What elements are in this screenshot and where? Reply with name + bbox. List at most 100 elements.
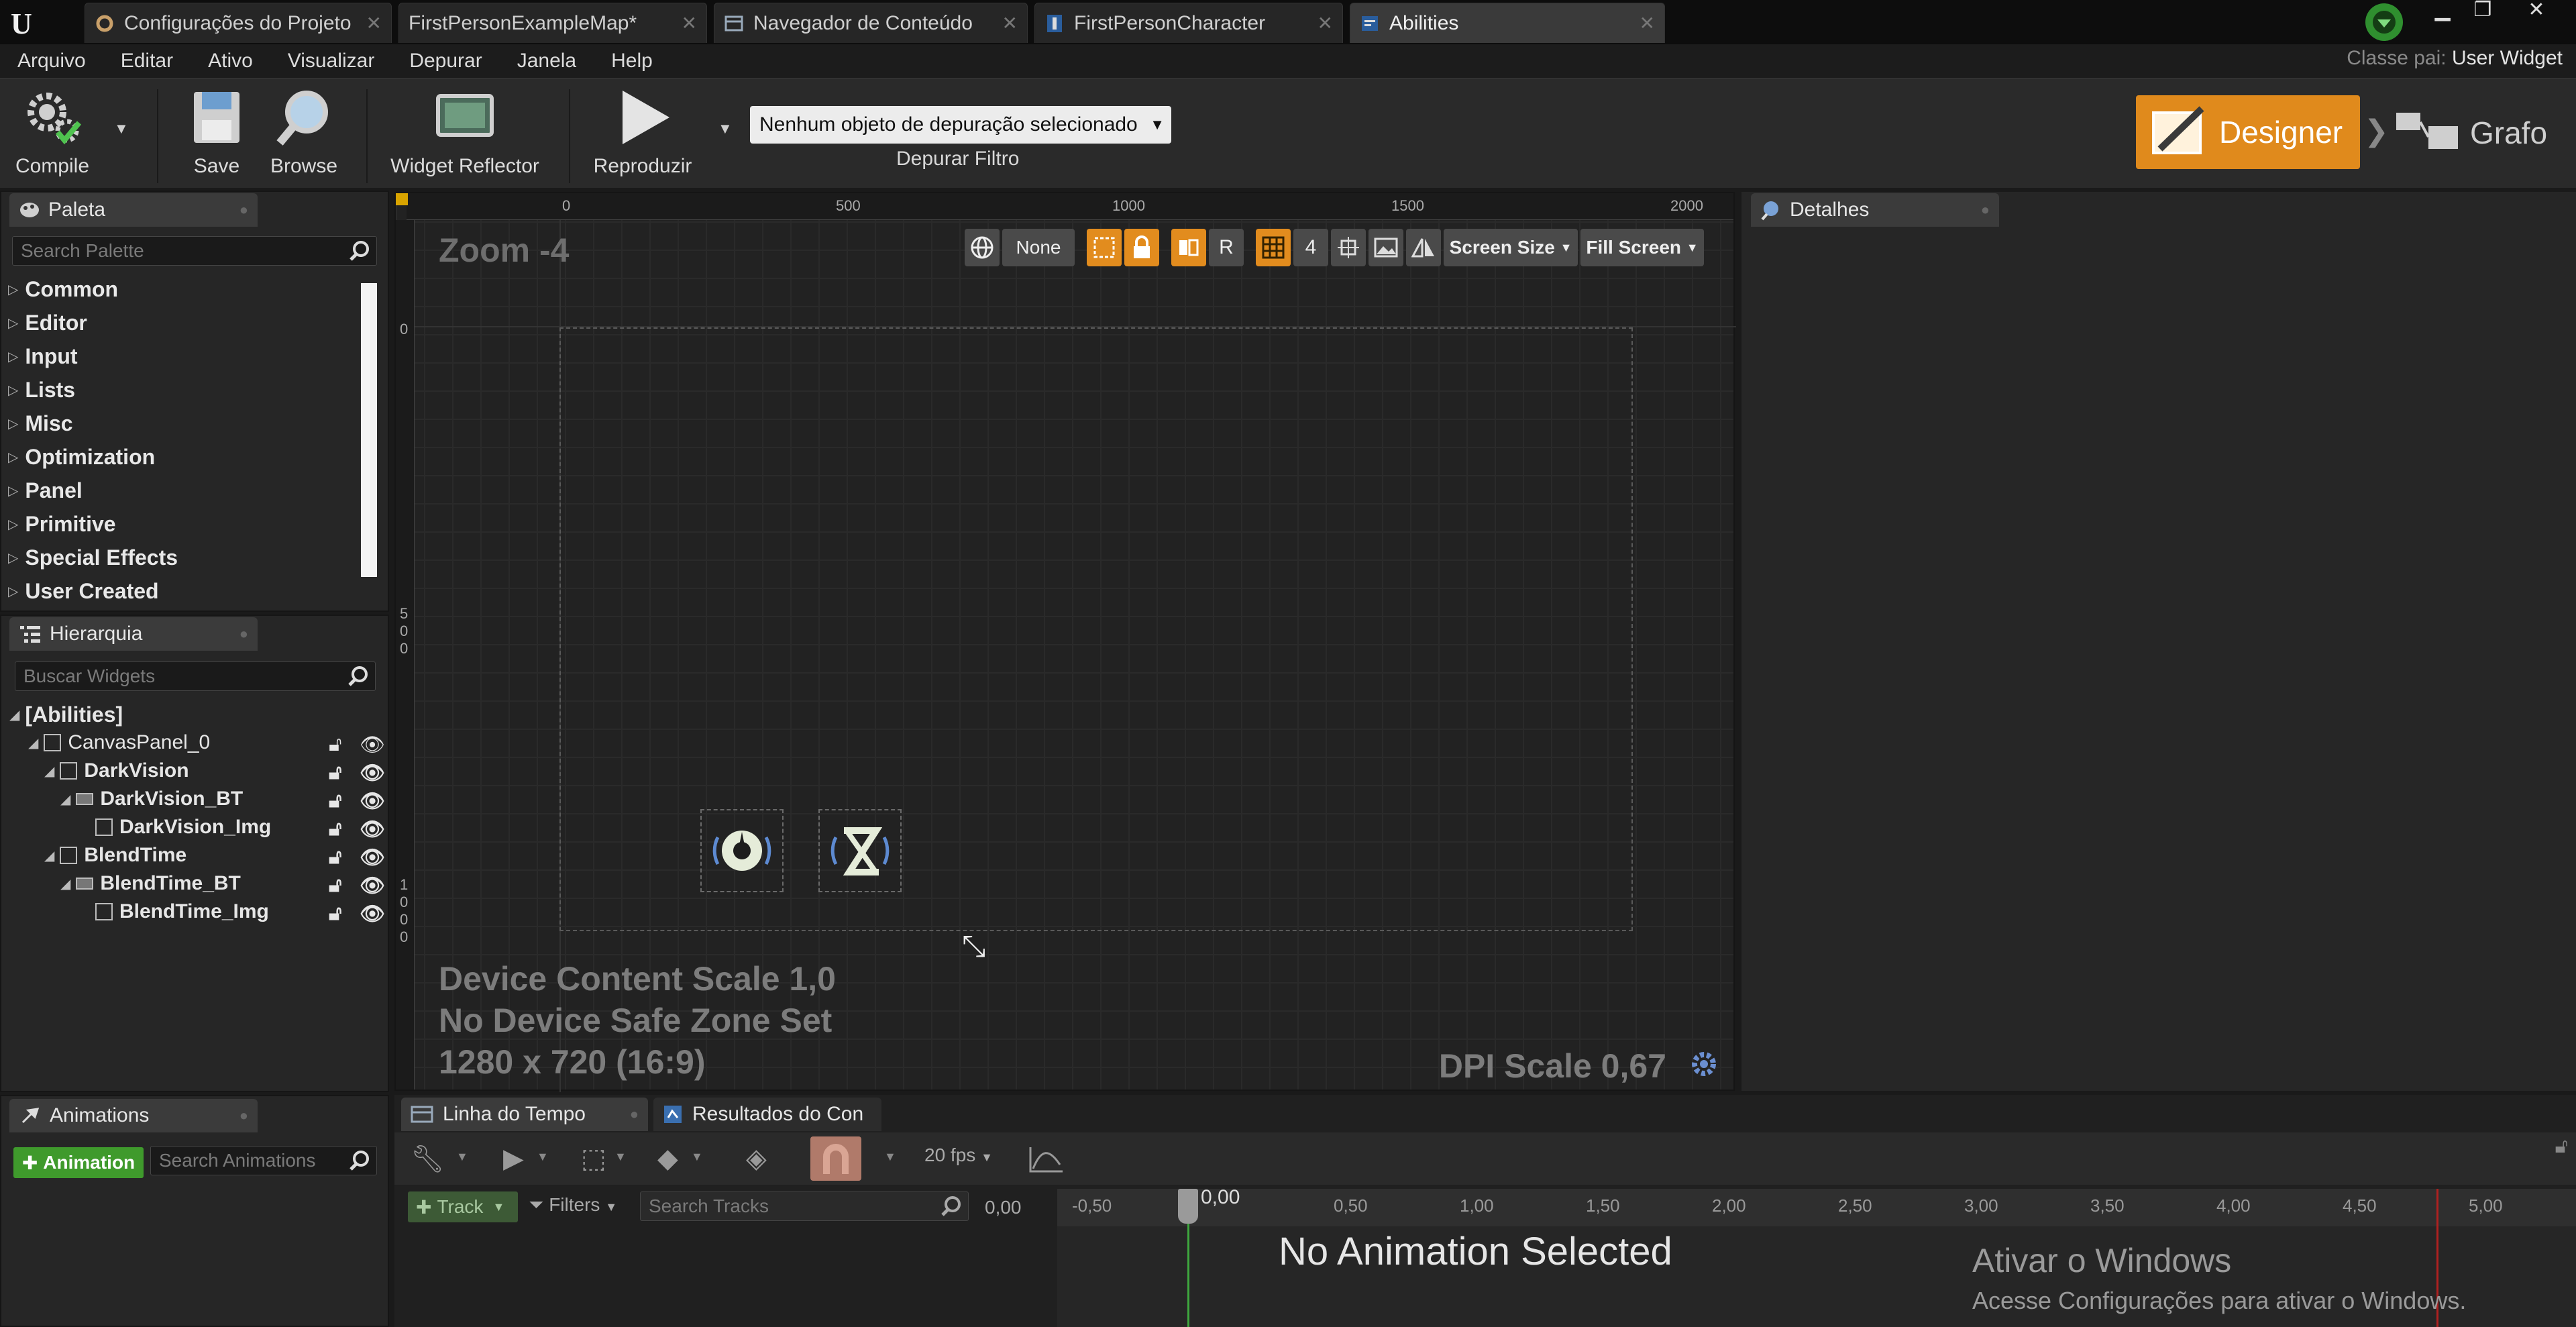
curve-editor-icon[interactable] bbox=[1028, 1145, 1065, 1174]
parent-class-value[interactable]: User Widget bbox=[2452, 47, 2563, 69]
playback-play-icon[interactable]: ▶ bbox=[503, 1143, 524, 1174]
expand-triangle-icon[interactable]: ▷ bbox=[8, 449, 18, 466]
time-ruler[interactable]: -0,50 0,50 1,00 1,50 2,00 2,50 3,00 3,50… bbox=[1057, 1189, 2576, 1226]
collapse-triangle-icon[interactable]: ◢ bbox=[60, 875, 70, 892]
tab-level-map[interactable]: FirstPersonExampleMap* ✕ bbox=[398, 3, 707, 43]
expand-triangle-icon[interactable]: ▷ bbox=[8, 415, 18, 432]
tree-item-dark-vision-button[interactable]: ◢ DarkVision_BT 🔓︎ 👁︎ bbox=[1, 785, 388, 813]
visibility-eye-icon[interactable]: 👁︎ bbox=[360, 874, 385, 897]
unlock-icon[interactable]: 🔓︎ bbox=[2555, 1135, 2568, 1158]
visibility-eye-icon[interactable]: 👁︎ bbox=[360, 733, 385, 756]
tree-item-blend-time-button[interactable]: ◢ BlendTime_BT 🔓︎ 👁︎ bbox=[1, 869, 388, 898]
collapse-triangle-icon[interactable]: ◢ bbox=[44, 763, 54, 780]
play-button[interactable]: Reproduzir bbox=[589, 85, 696, 186]
chevron-down-icon[interactable]: ▼ bbox=[614, 1150, 627, 1164]
compile-options-arrow-icon[interactable]: ▼ bbox=[114, 120, 129, 138]
blend-time-ability-widget[interactable] bbox=[818, 809, 902, 892]
localization-preview-select[interactable]: None bbox=[1002, 229, 1075, 266]
expand-triangle-icon[interactable]: ▷ bbox=[8, 549, 18, 566]
close-icon[interactable]: ✕ bbox=[1002, 12, 1018, 34]
tab-compiler-results[interactable]: Resultados do Con bbox=[653, 1098, 881, 1131]
tree-item-dark-vision-image[interactable]: DarkVision_Img 🔓︎ 👁︎ bbox=[1, 813, 388, 841]
key-diamond-icon[interactable]: ◆ bbox=[657, 1143, 678, 1174]
grid-snap-value-select[interactable]: 4 bbox=[1293, 229, 1328, 266]
palette-search-input[interactable]: Search Palette bbox=[12, 236, 377, 266]
browse-button[interactable]: Browse bbox=[267, 85, 341, 186]
tab-abilities[interactable]: Abilities ✕ bbox=[1350, 3, 1665, 43]
palette-category-common[interactable]: ▷ Common bbox=[1, 272, 364, 306]
zoom-to-fit-button[interactable] bbox=[1331, 229, 1366, 266]
close-icon[interactable]: ✕ bbox=[682, 12, 697, 34]
menu-edit[interactable]: Editar bbox=[103, 50, 191, 72]
compile-button[interactable]: Compile bbox=[9, 85, 95, 186]
lock-icon[interactable]: 🔓︎ bbox=[329, 761, 347, 784]
expand-triangle-icon[interactable]: ▷ bbox=[8, 382, 18, 399]
tree-item-dark-vision[interactable]: ◢ DarkVision 🔓︎ 👁︎ bbox=[1, 757, 388, 785]
tab-palette[interactable]: Paleta ● bbox=[9, 193, 258, 227]
tab-first-person-character[interactable]: FirstPersonCharacter ✕ bbox=[1034, 3, 1343, 43]
search-tracks-input[interactable]: Search Tracks bbox=[640, 1191, 969, 1221]
tree-item-blend-time-image[interactable]: BlendTime_Img 🔓︎ 👁︎ bbox=[1, 898, 388, 926]
reset-button[interactable]: R bbox=[1209, 229, 1244, 266]
palette-scrollbar[interactable] bbox=[361, 283, 377, 577]
menu-debug[interactable]: Depurar bbox=[392, 50, 499, 72]
palette-category-user-created[interactable]: ▷ User Created bbox=[1, 574, 364, 608]
background-toggle[interactable] bbox=[1368, 229, 1403, 266]
palette-category-optimization[interactable]: ▷ Optimization bbox=[1, 440, 364, 474]
close-icon[interactable]: ✕ bbox=[1318, 12, 1333, 34]
palette-category-primitive[interactable]: ▷ Primitive bbox=[1, 507, 364, 541]
source-control-status-icon[interactable] bbox=[2361, 1, 2407, 43]
tree-item-blend-time[interactable]: ◢ BlendTime 🔓︎ 👁︎ bbox=[1, 841, 388, 869]
dashed-outline-toggle[interactable] bbox=[1087, 229, 1122, 266]
fill-screen-select[interactable]: Fill Screen ▼ bbox=[1580, 229, 1704, 266]
expand-triangle-icon[interactable]: ▷ bbox=[8, 482, 18, 499]
collapse-triangle-icon[interactable]: ◢ bbox=[44, 847, 54, 864]
add-track-button[interactable]: ✚ Track ▼ bbox=[408, 1191, 518, 1222]
record-toggle[interactable] bbox=[810, 1136, 861, 1181]
fps-select[interactable]: 20 fps ▼ bbox=[924, 1145, 993, 1166]
visibility-eye-icon[interactable]: 👁︎ bbox=[360, 790, 385, 812]
lock-toggle[interactable] bbox=[1124, 229, 1159, 266]
wrench-settings-icon[interactable]: 🔧︎ bbox=[411, 1143, 445, 1175]
flip-preview-toggle[interactable] bbox=[1406, 229, 1441, 266]
tab-close-dot-icon[interactable]: ● bbox=[1981, 201, 1990, 219]
menu-file[interactable]: Arquivo bbox=[0, 50, 103, 72]
lock-icon[interactable]: 🔓︎ bbox=[329, 733, 347, 755]
chevron-down-icon[interactable]: ▼ bbox=[884, 1150, 896, 1164]
palette-category-misc[interactable]: ▷ Misc bbox=[1, 407, 364, 440]
filters-button[interactable]: ⏷ Filters ▼ bbox=[529, 1194, 617, 1216]
tab-animations[interactable]: Animations ● bbox=[9, 1099, 258, 1132]
palette-category-lists[interactable]: ▷ Lists bbox=[1, 373, 364, 407]
tab-close-dot-icon[interactable]: ● bbox=[239, 625, 248, 643]
tab-close-dot-icon[interactable]: ● bbox=[239, 201, 248, 219]
visibility-eye-icon[interactable]: 👁︎ bbox=[360, 902, 385, 925]
resize-handle-icon[interactable]: ⤡ bbox=[962, 930, 985, 963]
tab-details[interactable]: Detalhes ● bbox=[1751, 193, 1999, 227]
palette-category-editor[interactable]: ▷ Editor bbox=[1, 306, 364, 339]
menu-asset[interactable]: Ativo bbox=[191, 50, 270, 72]
collapse-triangle-icon[interactable]: ◢ bbox=[9, 706, 19, 723]
grid-snap-toggle[interactable] bbox=[1256, 229, 1291, 266]
expand-triangle-icon[interactable]: ▷ bbox=[8, 516, 18, 533]
lock-icon[interactable]: 🔓︎ bbox=[329, 902, 347, 924]
menu-view[interactable]: Visualizar bbox=[270, 50, 392, 72]
collapse-triangle-icon[interactable]: ◢ bbox=[28, 735, 38, 751]
palette-category-input[interactable]: ▷ Input bbox=[1, 339, 364, 373]
tab-timeline[interactable]: Linha do Tempo ● bbox=[401, 1098, 648, 1131]
visibility-eye-icon[interactable]: 👁︎ bbox=[360, 846, 385, 869]
animations-search-input[interactable]: Search Animations bbox=[150, 1146, 377, 1175]
dpi-settings-gear-icon[interactable] bbox=[1689, 1049, 1719, 1079]
widget-reflector-button[interactable]: Widget Reflector bbox=[388, 85, 542, 186]
expand-triangle-icon[interactable]: ▷ bbox=[8, 348, 18, 365]
lock-icon[interactable]: 🔓︎ bbox=[329, 818, 347, 840]
palette-category-special-effects[interactable]: ▷ Special Effects bbox=[1, 541, 364, 574]
designer-canvas[interactable]: 0 500 1000 1500 2000 0 5 0 0 1 0 0 0 Zoo… bbox=[394, 192, 1736, 1092]
menu-help[interactable]: Help bbox=[594, 50, 670, 72]
chevron-down-icon[interactable]: ▼ bbox=[456, 1150, 468, 1164]
lock-icon[interactable]: 🔓︎ bbox=[329, 846, 347, 868]
add-animation-button[interactable]: ✚ Animation bbox=[13, 1147, 144, 1178]
respect-locks-toggle[interactable] bbox=[1171, 229, 1206, 266]
restore-window-button[interactable]: ❐ bbox=[2463, 0, 2502, 23]
unreal-logo-icon[interactable]: U bbox=[7, 5, 42, 40]
tab-content-browser[interactable]: Navegador de Conteúdo ✕ bbox=[714, 3, 1028, 43]
